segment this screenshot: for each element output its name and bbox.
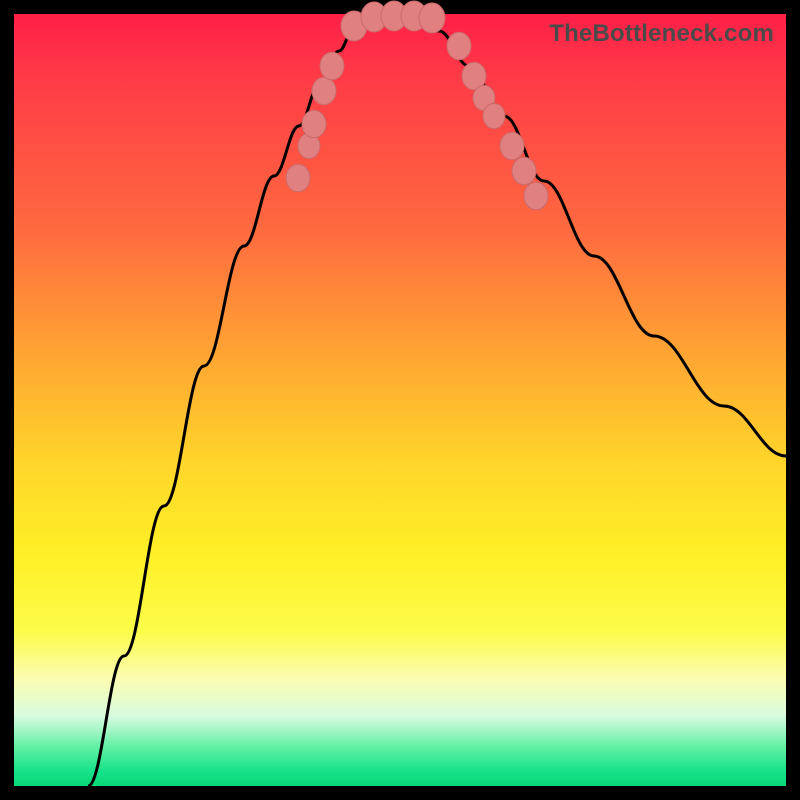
curve-marker (419, 3, 445, 33)
chart-frame: TheBottleneck.com (14, 14, 786, 786)
curve-marker (320, 52, 344, 80)
curve-marker (512, 157, 536, 185)
curve-group (88, 16, 786, 786)
curve-marker (524, 182, 548, 210)
curve-left-branch (88, 16, 384, 786)
curve-markers (286, 1, 548, 210)
curve-marker (447, 32, 471, 60)
curve-marker (312, 77, 336, 105)
curve-marker (500, 132, 524, 160)
curve-right-branch (384, 16, 786, 456)
curve-marker (302, 110, 326, 138)
bottleneck-curve-svg (14, 14, 786, 786)
curve-marker (286, 164, 310, 192)
curve-marker (483, 103, 505, 128)
